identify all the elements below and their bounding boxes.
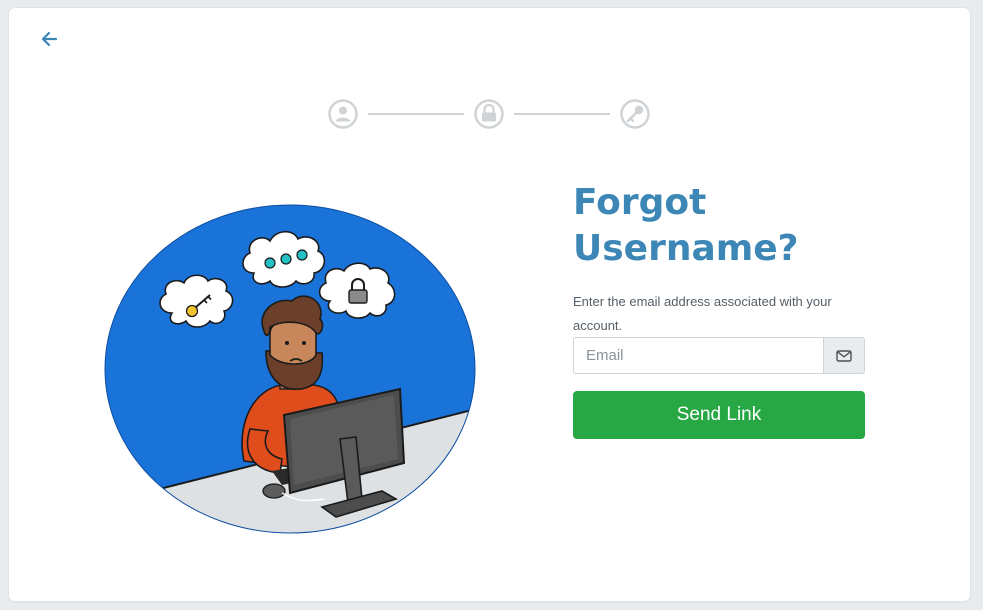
arrow-left-icon bbox=[41, 31, 58, 47]
forgot-username-card: Forgot Username? Enter the email address… bbox=[9, 8, 970, 601]
back-button[interactable] bbox=[39, 28, 61, 50]
envelope-icon bbox=[836, 349, 852, 362]
thought-bubble-key bbox=[159, 274, 234, 328]
send-link-button[interactable]: Send Link bbox=[573, 391, 865, 439]
progress-stepper bbox=[327, 97, 652, 131]
email-addon bbox=[823, 337, 865, 374]
thought-bubble-dots bbox=[242, 230, 326, 288]
forgot-username-illustration bbox=[104, 203, 476, 545]
page-title: Forgot Username? bbox=[573, 182, 799, 269]
email-field[interactable] bbox=[573, 337, 823, 374]
step-lock-icon bbox=[474, 99, 504, 129]
page-subtitle: Enter the email address associated with … bbox=[573, 294, 832, 333]
step-key-icon bbox=[620, 99, 650, 129]
email-input-group bbox=[573, 337, 865, 374]
step-user-icon bbox=[328, 99, 358, 129]
thought-bubble-lock bbox=[318, 262, 396, 319]
